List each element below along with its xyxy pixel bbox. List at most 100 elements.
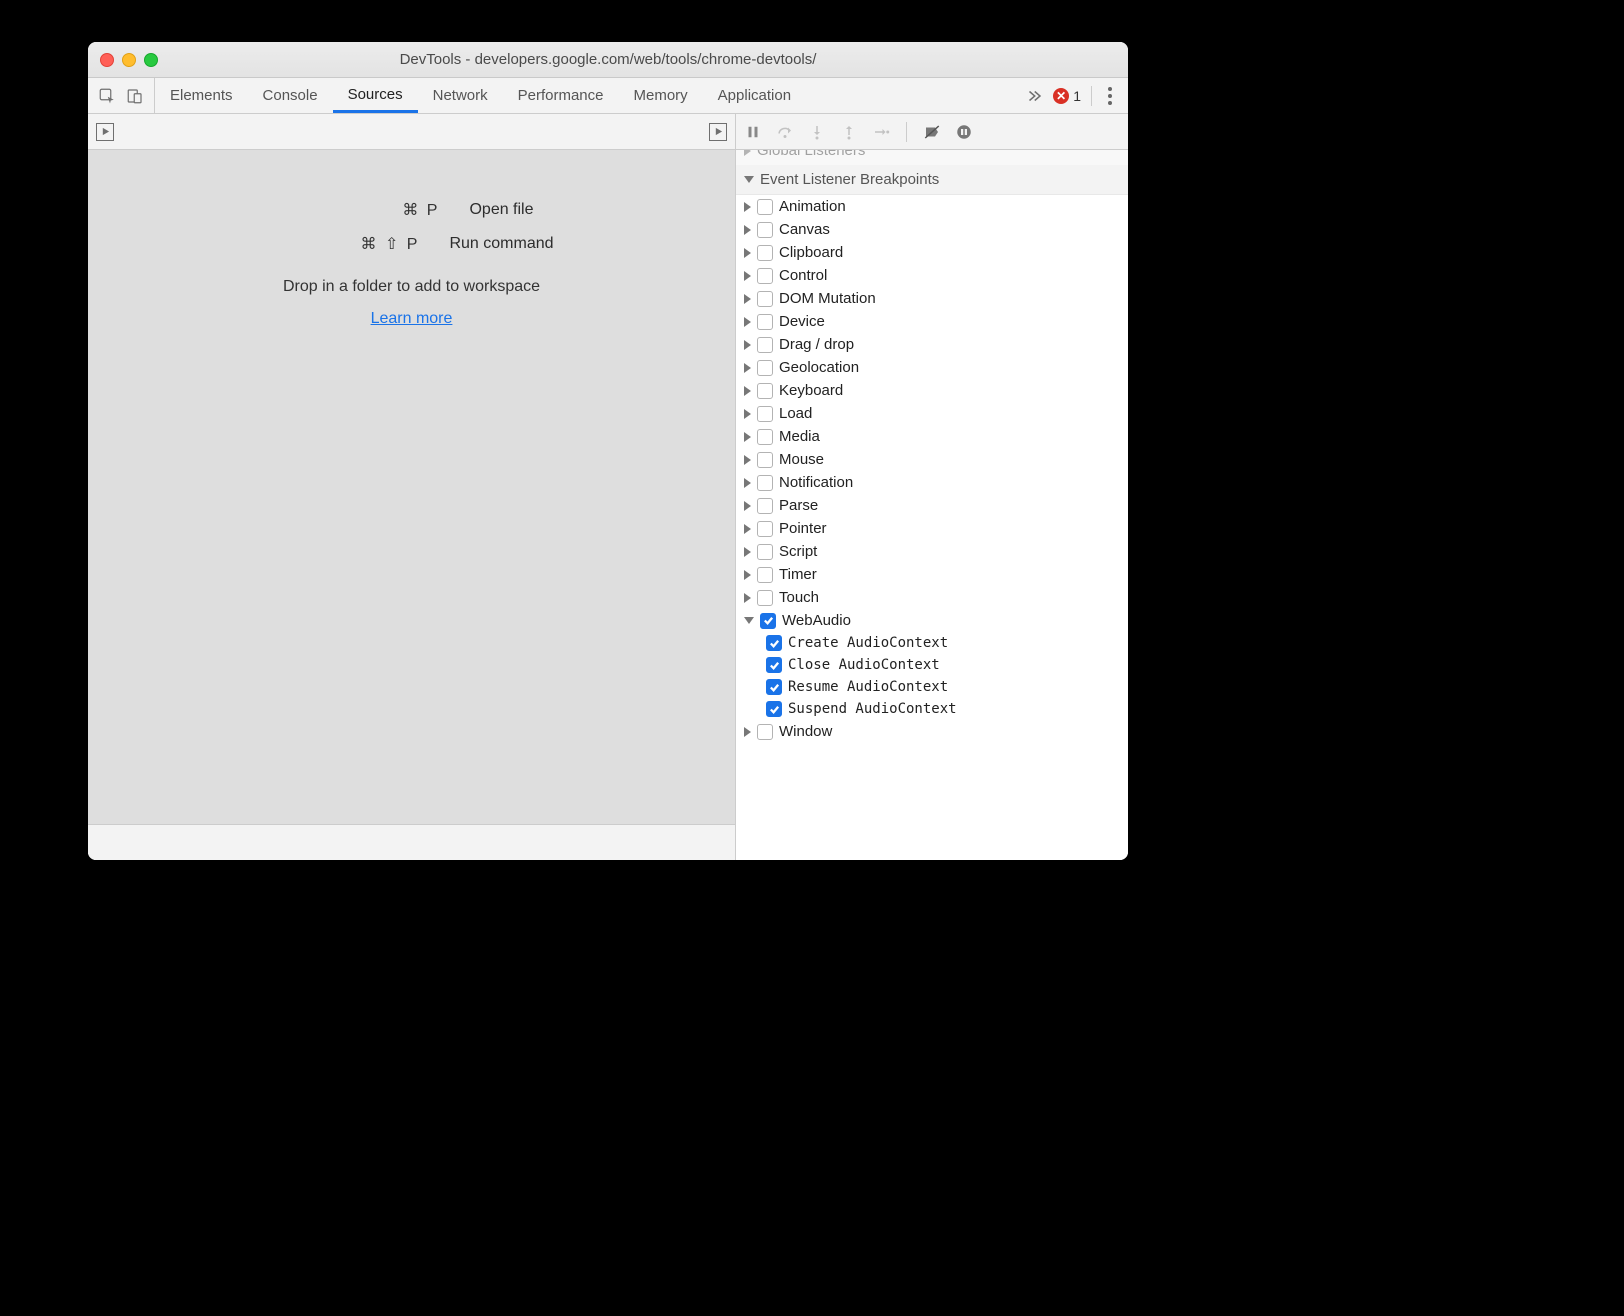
checkbox[interactable] [757, 199, 773, 215]
category-label: Drag / drop [779, 336, 854, 353]
pause-on-exceptions-icon[interactable] [955, 123, 973, 141]
category-media[interactable]: Media [736, 425, 1128, 448]
device-toggle-icon[interactable] [126, 87, 144, 105]
expand-icon [744, 271, 751, 281]
step-icon[interactable] [872, 123, 890, 141]
category-drag-drop[interactable]: Drag / drop [736, 333, 1128, 356]
deactivate-breakpoints-icon[interactable] [923, 123, 941, 141]
category-label: WebAudio [782, 612, 851, 629]
tab-sources[interactable]: Sources [333, 78, 418, 113]
devtools-tabs: ElementsConsoleSourcesNetworkPerformance… [88, 78, 1128, 114]
show-navigator-icon[interactable] [96, 123, 114, 141]
tab-memory[interactable]: Memory [619, 78, 703, 113]
learn-more-link[interactable]: Learn more [371, 310, 453, 328]
tab-list: ElementsConsoleSourcesNetworkPerformance… [155, 78, 806, 113]
checkbox[interactable] [766, 657, 782, 673]
checkbox[interactable] [757, 222, 773, 238]
breakpoint-resume-audiocontext[interactable]: Resume AudioContext [736, 676, 1128, 698]
breakpoint-label: Suspend AudioContext [788, 701, 957, 717]
checkbox[interactable] [757, 724, 773, 740]
error-indicator[interactable]: ✕ 1 [1053, 88, 1081, 104]
maximize-window-button[interactable] [144, 53, 158, 67]
checkbox[interactable] [757, 314, 773, 330]
open-file-label: Open file [469, 201, 533, 219]
category-window[interactable]: Window [736, 720, 1128, 743]
minimize-window-button[interactable] [122, 53, 136, 67]
expand-icon [744, 478, 751, 488]
step-into-icon[interactable] [808, 123, 826, 141]
expand-icon [744, 455, 751, 465]
checkbox[interactable] [757, 498, 773, 514]
category-animation[interactable]: Animation [736, 195, 1128, 218]
category-notification[interactable]: Notification [736, 471, 1128, 494]
error-icon: ✕ [1053, 88, 1069, 104]
category-touch[interactable]: Touch [736, 586, 1128, 609]
settings-menu-icon[interactable] [1102, 87, 1118, 105]
category-keyboard[interactable]: Keyboard [736, 379, 1128, 402]
category-clipboard[interactable]: Clipboard [736, 241, 1128, 264]
expand-icon [744, 727, 751, 737]
category-control[interactable]: Control [736, 264, 1128, 287]
drop-folder-message: Drop in a folder to add to workspace [283, 278, 540, 296]
category-pointer[interactable]: Pointer [736, 517, 1128, 540]
sources-footer [88, 824, 735, 860]
category-dom-mutation[interactable]: DOM Mutation [736, 287, 1128, 310]
category-label: Keyboard [779, 382, 843, 399]
collapse-icon [744, 617, 754, 624]
checkbox[interactable] [757, 360, 773, 376]
category-label: Pointer [779, 520, 827, 537]
inspect-element-icon[interactable] [98, 87, 116, 105]
category-label: Geolocation [779, 359, 859, 376]
checkbox[interactable] [766, 701, 782, 717]
category-label: Mouse [779, 451, 824, 468]
category-script[interactable]: Script [736, 540, 1128, 563]
checkbox[interactable] [757, 429, 773, 445]
category-canvas[interactable]: Canvas [736, 218, 1128, 241]
checkbox[interactable] [757, 521, 773, 537]
show-debugger-icon[interactable] [709, 123, 727, 141]
window-controls [100, 53, 158, 67]
checkbox[interactable] [757, 590, 773, 606]
checkbox[interactable] [757, 383, 773, 399]
checkbox[interactable] [757, 475, 773, 491]
expand-icon [744, 593, 751, 603]
tab-network[interactable]: Network [418, 78, 503, 113]
debugger-sidebar: Global Listeners Event Listener Breakpoi… [736, 150, 1128, 860]
tab-elements[interactable]: Elements [155, 78, 248, 113]
checkbox[interactable] [766, 635, 782, 651]
checkbox[interactable] [757, 567, 773, 583]
category-geolocation[interactable]: Geolocation [736, 356, 1128, 379]
category-mouse[interactable]: Mouse [736, 448, 1128, 471]
checkbox[interactable] [757, 291, 773, 307]
open-file-shortcut: ⌘ P [289, 200, 469, 220]
checkbox[interactable] [757, 544, 773, 560]
section-global-listeners[interactable]: Global Listeners [736, 150, 1128, 165]
category-timer[interactable]: Timer [736, 563, 1128, 586]
checkbox[interactable] [757, 268, 773, 284]
breakpoint-suspend-audiocontext[interactable]: Suspend AudioContext [736, 698, 1128, 720]
more-tabs-icon[interactable] [1025, 87, 1043, 105]
tab-console[interactable]: Console [248, 78, 333, 113]
checkbox[interactable] [766, 679, 782, 695]
category-label: Window [779, 723, 832, 740]
tab-application[interactable]: Application [703, 78, 806, 113]
checkbox[interactable] [757, 406, 773, 422]
checkbox[interactable] [757, 337, 773, 353]
category-parse[interactable]: Parse [736, 494, 1128, 517]
checkbox[interactable] [760, 613, 776, 629]
pause-icon[interactable] [744, 123, 762, 141]
breakpoint-create-audiocontext[interactable]: Create AudioContext [736, 632, 1128, 654]
checkbox[interactable] [757, 452, 773, 468]
category-webaudio[interactable]: WebAudio [736, 609, 1128, 632]
expand-icon [744, 547, 751, 557]
category-load[interactable]: Load [736, 402, 1128, 425]
category-label: Timer [779, 566, 817, 583]
section-event-listener-breakpoints[interactable]: Event Listener Breakpoints [736, 165, 1128, 195]
step-out-icon[interactable] [840, 123, 858, 141]
breakpoint-close-audiocontext[interactable]: Close AudioContext [736, 654, 1128, 676]
checkbox[interactable] [757, 245, 773, 261]
category-device[interactable]: Device [736, 310, 1128, 333]
close-window-button[interactable] [100, 53, 114, 67]
step-over-icon[interactable] [776, 123, 794, 141]
tab-performance[interactable]: Performance [503, 78, 619, 113]
